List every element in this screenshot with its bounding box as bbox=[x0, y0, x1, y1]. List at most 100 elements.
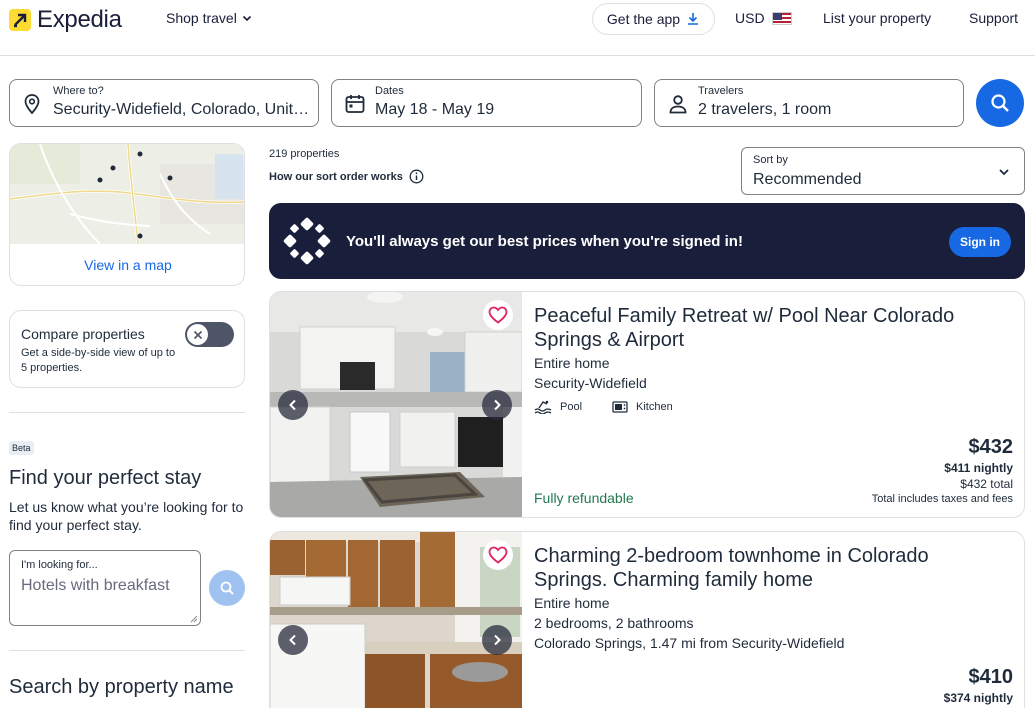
compare-description: Get a side-by-side view of up to 5 prope… bbox=[21, 347, 176, 374]
download-icon bbox=[688, 13, 699, 25]
search-button[interactable] bbox=[976, 79, 1024, 127]
close-icon bbox=[193, 330, 202, 339]
search-icon bbox=[220, 581, 234, 595]
expedia-logo[interactable]: Expedia bbox=[9, 6, 122, 34]
listing-title[interactable]: Charming 2-bedroom townhome in Colorado … bbox=[534, 544, 994, 592]
favorite-button[interactable] bbox=[483, 540, 513, 570]
listing-type: Entire home bbox=[534, 355, 610, 371]
price-total: $432 total bbox=[960, 477, 1013, 491]
find-stay-description: Let us know what you’re looking for to f… bbox=[9, 499, 244, 533]
heart-icon bbox=[488, 306, 508, 324]
shop-travel-menu[interactable]: Shop travel bbox=[166, 10, 252, 26]
sidebar-divider bbox=[9, 412, 245, 413]
dates-label: Dates bbox=[375, 85, 404, 97]
listing-type: Entire home bbox=[534, 595, 610, 611]
sparkle-icon bbox=[283, 217, 331, 265]
top-header: Expedia Shop travel Get the app USD List… bbox=[0, 0, 1035, 56]
heart-icon bbox=[488, 546, 508, 564]
travelers-label: Travelers bbox=[698, 85, 744, 97]
listing-card[interactable]: Charming 2-bedroom townhome in Colorado … bbox=[269, 531, 1025, 708]
listing-photo[interactable] bbox=[270, 292, 522, 517]
map-card[interactable]: View in a map bbox=[9, 143, 245, 286]
calendar-icon bbox=[345, 95, 365, 113]
amenity-label: Kitchen bbox=[636, 401, 673, 413]
compare-toggle[interactable] bbox=[185, 322, 234, 347]
location-pin-icon bbox=[24, 94, 40, 115]
listing-card[interactable]: Peaceful Family Retreat w/ Pool Near Col… bbox=[269, 291, 1025, 518]
kitchen-icon bbox=[612, 401, 628, 413]
sort-by-label: Sort by bbox=[753, 154, 788, 166]
chevron-down-icon bbox=[242, 15, 251, 22]
search-icon bbox=[991, 94, 1009, 112]
person-icon bbox=[669, 95, 687, 114]
sidebar-divider bbox=[9, 650, 245, 651]
dates-value: May 18 - May 19 bbox=[375, 101, 495, 118]
sort-order-label: How our sort order works bbox=[269, 170, 403, 183]
logo-text: Expedia bbox=[37, 6, 122, 33]
expedia-logo-icon bbox=[9, 9, 31, 31]
compare-properties-card: Compare properties Get a side-by-side vi… bbox=[9, 310, 245, 388]
listing-photo[interactable] bbox=[270, 532, 522, 708]
refund-status: Fully refundable bbox=[534, 490, 634, 506]
chevron-right-icon bbox=[494, 399, 501, 411]
us-flag-icon bbox=[771, 11, 792, 25]
travelers-field[interactable]: Travelers 2 travelers, 1 room bbox=[654, 79, 964, 127]
listing-title[interactable]: Peaceful Family Retreat w/ Pool Near Col… bbox=[534, 304, 994, 352]
currency-label: USD bbox=[735, 10, 765, 26]
favorite-button[interactable] bbox=[483, 300, 513, 330]
beta-badge: Beta bbox=[9, 441, 34, 455]
expedia-page: Expedia Shop travel Get the app USD List… bbox=[0, 0, 1035, 708]
previous-photo-button[interactable] bbox=[278, 625, 308, 655]
destination-field[interactable]: Where to? Security-Widefield, Colorado, … bbox=[9, 79, 319, 127]
price-block: $410 $374 nightly bbox=[944, 666, 1013, 705]
dates-field[interactable]: Dates May 18 - May 19 bbox=[331, 79, 642, 127]
find-stay-title: Find your perfect stay bbox=[9, 467, 202, 489]
destination-label: Where to? bbox=[53, 85, 104, 97]
price-total-big: $432 bbox=[968, 436, 1014, 458]
amenities-list: Pool Kitchen bbox=[534, 400, 673, 414]
get-app-button[interactable]: Get the app bbox=[592, 3, 715, 35]
price-block: $432 $411 nightly $432 total Total inclu… bbox=[872, 436, 1013, 505]
chevron-left-icon bbox=[289, 634, 296, 646]
list-your-property-link[interactable]: List your property bbox=[823, 10, 931, 26]
listing-rooms: 2 bedrooms, 2 bathrooms bbox=[534, 615, 694, 631]
banner-text: You'll always get our best prices when y… bbox=[346, 233, 743, 250]
looking-for-search-button[interactable] bbox=[209, 570, 245, 606]
travelers-value: 2 travelers, 1 room bbox=[698, 101, 832, 118]
previous-photo-button[interactable] bbox=[278, 390, 308, 420]
amenity-kitchen: Kitchen bbox=[612, 400, 673, 414]
resize-handle-icon[interactable] bbox=[190, 615, 198, 623]
looking-for-placeholder: Hotels with breakfast bbox=[21, 577, 170, 594]
currency-selector[interactable]: USD bbox=[735, 10, 792, 26]
listing-location: Security-Widefield bbox=[534, 375, 647, 391]
looking-for-label: I'm looking for... bbox=[21, 559, 98, 571]
sort-by-select[interactable]: Sort by Recommended bbox=[741, 147, 1025, 195]
sort-by-value: Recommended bbox=[753, 171, 862, 188]
amenity-pool: Pool bbox=[534, 400, 582, 414]
view-in-map-link[interactable]: View in a map bbox=[10, 257, 244, 273]
destination-value: Security-Widefield, Colorado, United Sta… bbox=[53, 101, 311, 118]
price-nightly: $411 nightly bbox=[944, 461, 1013, 475]
chevron-left-icon bbox=[289, 399, 296, 411]
support-link[interactable]: Support bbox=[969, 10, 1018, 26]
search-by-name-title: Search by property name bbox=[9, 676, 234, 698]
price-total-big: $410 bbox=[968, 666, 1014, 688]
shop-travel-label: Shop travel bbox=[166, 10, 237, 26]
looking-for-textarea[interactable]: I'm looking for... Hotels with breakfast bbox=[9, 550, 201, 626]
map-thumbnail[interactable] bbox=[10, 144, 245, 244]
sign-in-button[interactable]: Sign in bbox=[949, 227, 1011, 257]
get-app-label: Get the app bbox=[606, 11, 681, 27]
chevron-right-icon bbox=[494, 634, 501, 646]
toggle-knob bbox=[187, 324, 208, 345]
price-nightly: $374 nightly bbox=[943, 691, 1013, 705]
price-fees-note: Total includes taxes and fees bbox=[871, 493, 1013, 505]
next-photo-button[interactable] bbox=[482, 625, 512, 655]
sort-order-info-link[interactable]: How our sort order works bbox=[269, 169, 424, 184]
next-photo-button[interactable] bbox=[482, 390, 512, 420]
property-count: 219 properties bbox=[269, 148, 340, 160]
chevron-down-icon bbox=[999, 169, 1009, 176]
compare-title: Compare properties bbox=[21, 326, 145, 342]
info-icon bbox=[409, 169, 424, 184]
listing-location: Colorado Springs, 1.47 mi from Security-… bbox=[534, 635, 845, 651]
sign-in-banner: You'll always get our best prices when y… bbox=[269, 203, 1025, 279]
